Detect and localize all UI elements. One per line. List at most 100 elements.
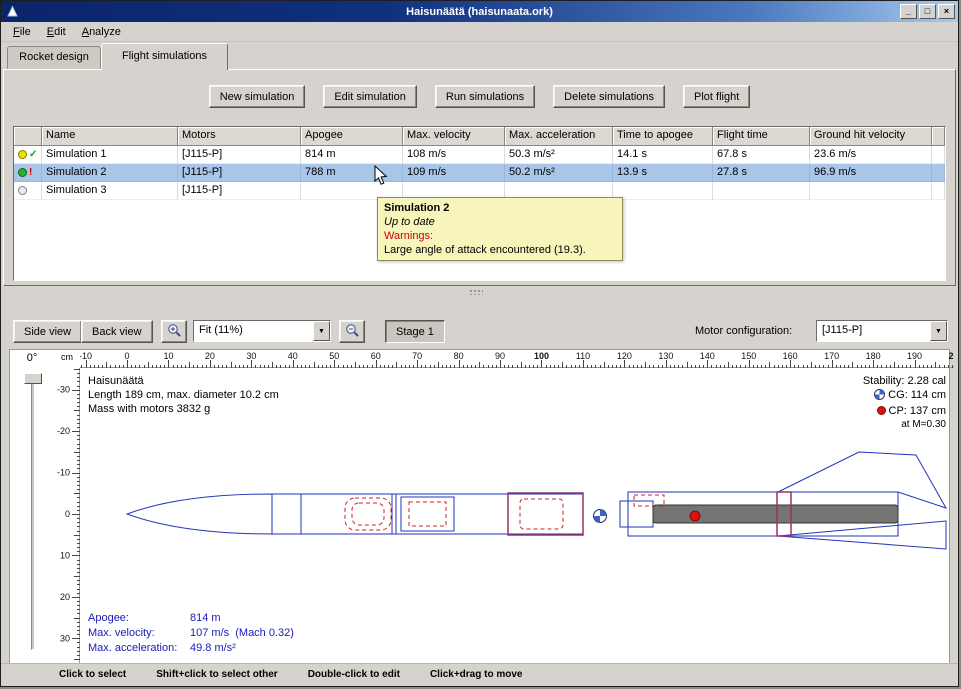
max-velocity-label: Max. velocity: (88, 626, 190, 641)
table-row-simulation-2[interactable]: ! Simulation 2 [J115-P] 788 m 109 m/s 50… (14, 164, 945, 182)
status-bar: Click to select Shift+click to select ot… (1, 663, 958, 684)
zoom-in-icon (167, 323, 182, 338)
cell-filler (932, 164, 945, 182)
column-header-max-velocity[interactable]: Max. velocity (403, 127, 505, 146)
table-row-simulation-1[interactable]: ✓ Simulation 1 [J115-P] 814 m 108 m/s 50… (14, 146, 945, 164)
cell-flight-time[interactable]: 67.8 s (713, 146, 810, 164)
status-icon: ! (14, 164, 42, 182)
motor-configuration-select[interactable]: [J115-P] ▼ (816, 320, 948, 342)
menu-file[interactable]: File (5, 24, 39, 40)
maximize-button[interactable]: □ (919, 4, 936, 19)
cell-motors[interactable]: [J115-P] (178, 146, 301, 164)
cell-max-acceleration[interactable]: 50.3 m/s² (505, 146, 613, 164)
cp-value: CP: 137 cm (889, 405, 946, 417)
titlebar: Haisunäätä (haisunaata.ork) _ □ × (1, 1, 958, 22)
svg-text:50: 50 (329, 351, 339, 361)
cell-flight-time[interactable]: 27.8 s (713, 164, 810, 182)
rocket-canvas[interactable]: Haisunäätä Length 189 cm, max. diameter … (80, 368, 954, 664)
cell-ground-hit[interactable]: 96.9 m/s (810, 164, 932, 182)
tab-flight-simulations[interactable]: Flight simulations (101, 43, 228, 70)
run-simulations-button[interactable]: Run simulations (435, 85, 535, 108)
max-acceleration-value: 49.8 m/s² (190, 642, 236, 654)
svg-text:-20: -20 (57, 426, 70, 436)
rotation-slider[interactable] (31, 378, 35, 650)
side-view-button[interactable]: Side view (13, 320, 82, 343)
back-view-button[interactable]: Back view (81, 320, 153, 343)
cell-max-acceleration[interactable]: 50.2 m/s² (505, 164, 613, 182)
cp-marker (690, 511, 700, 521)
svg-text:200: 200 (948, 351, 954, 361)
cell-max-velocity[interactable]: 108 m/s (403, 146, 505, 164)
status-dot (18, 186, 27, 195)
rocket-mass: Mass with motors 3832 g (88, 402, 279, 416)
view-toolbar: Side view Back view Fit (11%) ▼ Stage 1 … (1, 316, 958, 346)
menu-analyze[interactable]: Analyze (74, 24, 129, 40)
tab-rocket-design[interactable]: Rocket design (7, 46, 101, 69)
splitter[interactable] (1, 287, 958, 297)
chevron-down-icon: ▼ (313, 321, 330, 341)
apogee-value: 814 m (190, 612, 221, 624)
svg-text:180: 180 (866, 351, 881, 361)
cell-name[interactable]: Simulation 2 (42, 164, 178, 182)
new-simulation-button[interactable]: New simulation (209, 85, 306, 108)
cell-name[interactable]: Simulation 3 (42, 182, 178, 200)
svg-text:140: 140 (700, 351, 715, 361)
cell-ground-hit[interactable]: 23.6 m/s (810, 146, 932, 164)
edit-simulation-button[interactable]: Edit simulation (323, 85, 417, 108)
rocket-dimensions: Length 189 cm, max. diameter 10.2 cm (88, 388, 279, 402)
column-header-time-to-apogee[interactable]: Time to apogee (613, 127, 713, 146)
stage-1-toggle[interactable]: Stage 1 (385, 320, 445, 343)
close-button[interactable]: × (938, 4, 955, 19)
app-window: Haisunäätä (haisunaata.ork) _ □ × File E… (0, 0, 959, 687)
cg-icon (874, 389, 885, 404)
cell-motors[interactable]: [J115-P] (178, 164, 301, 182)
column-header-status[interactable] (14, 127, 42, 146)
svg-text:10: 10 (60, 550, 70, 560)
status-dot (18, 168, 27, 177)
cell-ground-hit[interactable] (810, 182, 932, 200)
column-header-max-acceleration[interactable]: Max. acceleration (505, 127, 613, 146)
splitter-handle[interactable] (469, 289, 483, 295)
cell-motors[interactable]: [J115-P] (178, 182, 301, 200)
stability-value: Stability: 2.28 cal (863, 374, 946, 388)
column-header-flight-time[interactable]: Flight time (713, 127, 810, 146)
cell-filler (932, 146, 945, 164)
column-header-motors[interactable]: Motors (178, 127, 301, 146)
cell-time-to-apogee[interactable] (613, 182, 713, 200)
rocket-info: Haisunäätä Length 189 cm, max. diameter … (88, 374, 279, 416)
hint-click-drag: Click+drag to move (430, 669, 523, 680)
rotation-value: 0° (10, 352, 54, 364)
zoom-in-button[interactable] (161, 320, 187, 343)
simulation-toolbar: New simulation Edit simulation Run simul… (4, 85, 955, 108)
simulation-tooltip: Simulation 2 Up to date Warnings: Large … (377, 197, 623, 261)
cell-flight-time[interactable] (713, 182, 810, 200)
plot-flight-button[interactable]: Plot flight (683, 85, 750, 108)
zoom-select[interactable]: Fit (11%) ▼ (193, 320, 331, 342)
zoom-out-button[interactable] (339, 320, 365, 343)
column-header-name[interactable]: Name (42, 127, 178, 146)
status-mark: ! (29, 168, 32, 178)
menubar: File Edit Analyze (1, 22, 958, 42)
flight-summary: Apogee:814 m Max. velocity:107 m/s (Mach… (88, 611, 294, 656)
svg-text:120: 120 (617, 351, 632, 361)
svg-text:0: 0 (65, 509, 70, 519)
menu-edit[interactable]: Edit (39, 24, 74, 40)
cell-time-to-apogee[interactable]: 14.1 s (613, 146, 713, 164)
svg-text:150: 150 (741, 351, 756, 361)
minimize-button[interactable]: _ (900, 4, 917, 19)
zoom-select-value: Fit (11%) (194, 321, 313, 341)
motor (653, 505, 898, 523)
column-header-ground-hit-velocity[interactable]: Ground hit velocity (810, 127, 932, 146)
svg-text:130: 130 (658, 351, 673, 361)
cell-max-velocity[interactable]: 109 m/s (403, 164, 505, 182)
tooltip-status: Up to date (384, 215, 616, 229)
window-title: Haisunäätä (haisunaata.ork) (1, 6, 958, 18)
delete-simulations-button[interactable]: Delete simulations (553, 85, 665, 108)
column-header-apogee[interactable]: Apogee (301, 127, 403, 146)
tooltip-title: Simulation 2 (384, 201, 616, 215)
cell-time-to-apogee[interactable]: 13.9 s (613, 164, 713, 182)
hint-click-select: Click to select (59, 669, 126, 680)
cell-apogee[interactable]: 814 m (301, 146, 403, 164)
cell-name[interactable]: Simulation 1 (42, 146, 178, 164)
rotation-slider-thumb[interactable] (24, 373, 42, 384)
